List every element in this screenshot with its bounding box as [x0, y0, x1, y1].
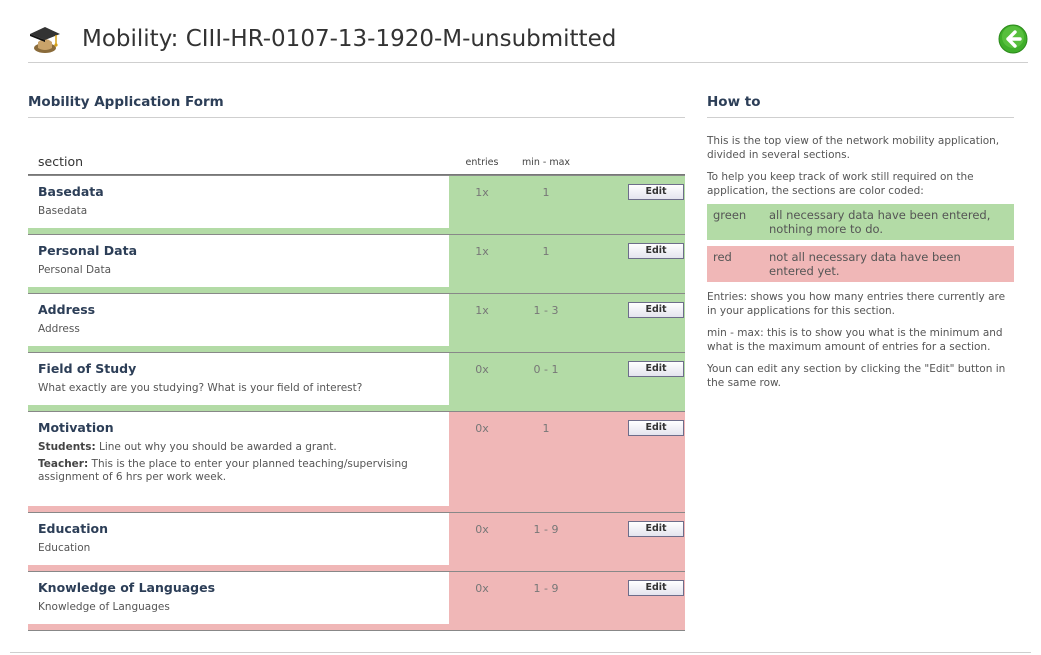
- back-arrow-icon[interactable]: [998, 24, 1028, 54]
- page-header: Mobility: CIII-HR-0107-13-1920-M-unsubmi…: [28, 18, 1028, 63]
- row-description: Knowledge of Languages: [38, 601, 170, 613]
- entries-count: 1x: [475, 304, 489, 317]
- row-title: Education: [38, 521, 108, 536]
- table-row: Address Address 1x 1 - 3 Edit: [28, 293, 685, 352]
- min-max-range: 1 - 3: [533, 304, 559, 317]
- howto-entries-note: Entries: shows you how many entries ther…: [707, 291, 1006, 317]
- row-title: Motivation: [38, 420, 114, 435]
- table-row: Field of Study What exactly are you stud…: [28, 352, 685, 411]
- legend-text: all necessary data have been entered, no…: [769, 208, 991, 236]
- min-max-range: 1: [542, 245, 550, 258]
- legend-red: red not all necessary data have been ent…: [707, 246, 1014, 282]
- row-description: Students: Line out why you should be awa…: [38, 441, 438, 484]
- howto-intro: This is the top view of the network mobi…: [707, 135, 1000, 161]
- row-description: What exactly are you studying? What is y…: [38, 382, 363, 394]
- table-header: section entries min - max: [28, 140, 685, 175]
- edit-button[interactable]: Edit: [628, 420, 684, 436]
- teacher-label: Teacher:: [38, 458, 89, 470]
- page-title: Mobility: CIII-HR-0107-13-1920-M-unsubmi…: [82, 26, 617, 52]
- table-row: Personal Data Personal Data 1x 1 Edit: [28, 234, 685, 293]
- edit-button[interactable]: Edit: [628, 184, 684, 200]
- graduation-cap-icon: [28, 24, 62, 54]
- row-description: Education: [38, 542, 91, 554]
- table-row: Education Education 0x 1 - 9 Edit: [28, 512, 685, 571]
- edit-button[interactable]: Edit: [628, 521, 684, 537]
- row-title: Personal Data: [38, 243, 138, 258]
- legend-green: green all necessary data have been enter…: [707, 204, 1014, 240]
- row-description: Personal Data: [38, 264, 112, 276]
- column-header-section: section: [38, 154, 84, 169]
- min-max-range: 1: [542, 422, 550, 435]
- edit-button[interactable]: Edit: [628, 361, 684, 377]
- howto-edit-note: Youn can edit any section by clicking th…: [707, 363, 1006, 389]
- legend-key: green: [713, 208, 747, 222]
- form-heading: Mobility Application Form: [28, 94, 685, 118]
- row-description: Address: [38, 323, 80, 335]
- table-row: Basedata Basedata 1x 1 Edit: [28, 175, 685, 234]
- edit-button[interactable]: Edit: [628, 302, 684, 318]
- footer-divider: [10, 652, 1031, 653]
- entries-count: 0x: [475, 422, 489, 435]
- row-title: Field of Study: [38, 361, 137, 376]
- howto-panel: How to This is the top view of the netwo…: [707, 94, 1014, 390]
- students-text: Line out why you should be awarded a gra…: [95, 441, 337, 453]
- application-form: Mobility Application Form section entrie…: [28, 94, 685, 631]
- entries-count: 0x: [475, 363, 489, 376]
- entries-count: 1x: [475, 245, 489, 258]
- row-title: Knowledge of Languages: [38, 580, 216, 595]
- howto-tracking: To help you keep track of work still req…: [707, 171, 974, 197]
- row-description: Basedata: [38, 205, 88, 217]
- column-header-entries: entries: [465, 157, 499, 168]
- legend-key: red: [713, 250, 732, 264]
- column-header-minmax: min - max: [521, 157, 571, 168]
- min-max-range: 0 - 1: [533, 363, 559, 376]
- entries-count: 0x: [475, 582, 489, 595]
- edit-button[interactable]: Edit: [628, 243, 684, 259]
- entries-count: 0x: [475, 523, 489, 536]
- howto-minmax-note: min - max: this is to show you what is t…: [707, 327, 1003, 353]
- table-row: Motivation Students: Line out why you sh…: [28, 411, 685, 512]
- edit-button[interactable]: Edit: [628, 580, 684, 596]
- row-title: Address: [38, 302, 96, 317]
- students-label: Students:: [38, 441, 96, 453]
- entries-count: 1x: [475, 186, 489, 199]
- min-max-range: 1: [542, 186, 550, 199]
- row-title: Basedata: [38, 184, 104, 199]
- table-row: Knowledge of Languages Knowledge of Lang…: [28, 571, 685, 631]
- legend-text: not all necessary data have been entered…: [769, 250, 961, 278]
- howto-heading: How to: [707, 94, 1014, 118]
- min-max-range: 1 - 9: [533, 582, 559, 595]
- teacher-text: This is the place to enter your planned …: [38, 458, 408, 483]
- min-max-range: 1 - 9: [533, 523, 559, 536]
